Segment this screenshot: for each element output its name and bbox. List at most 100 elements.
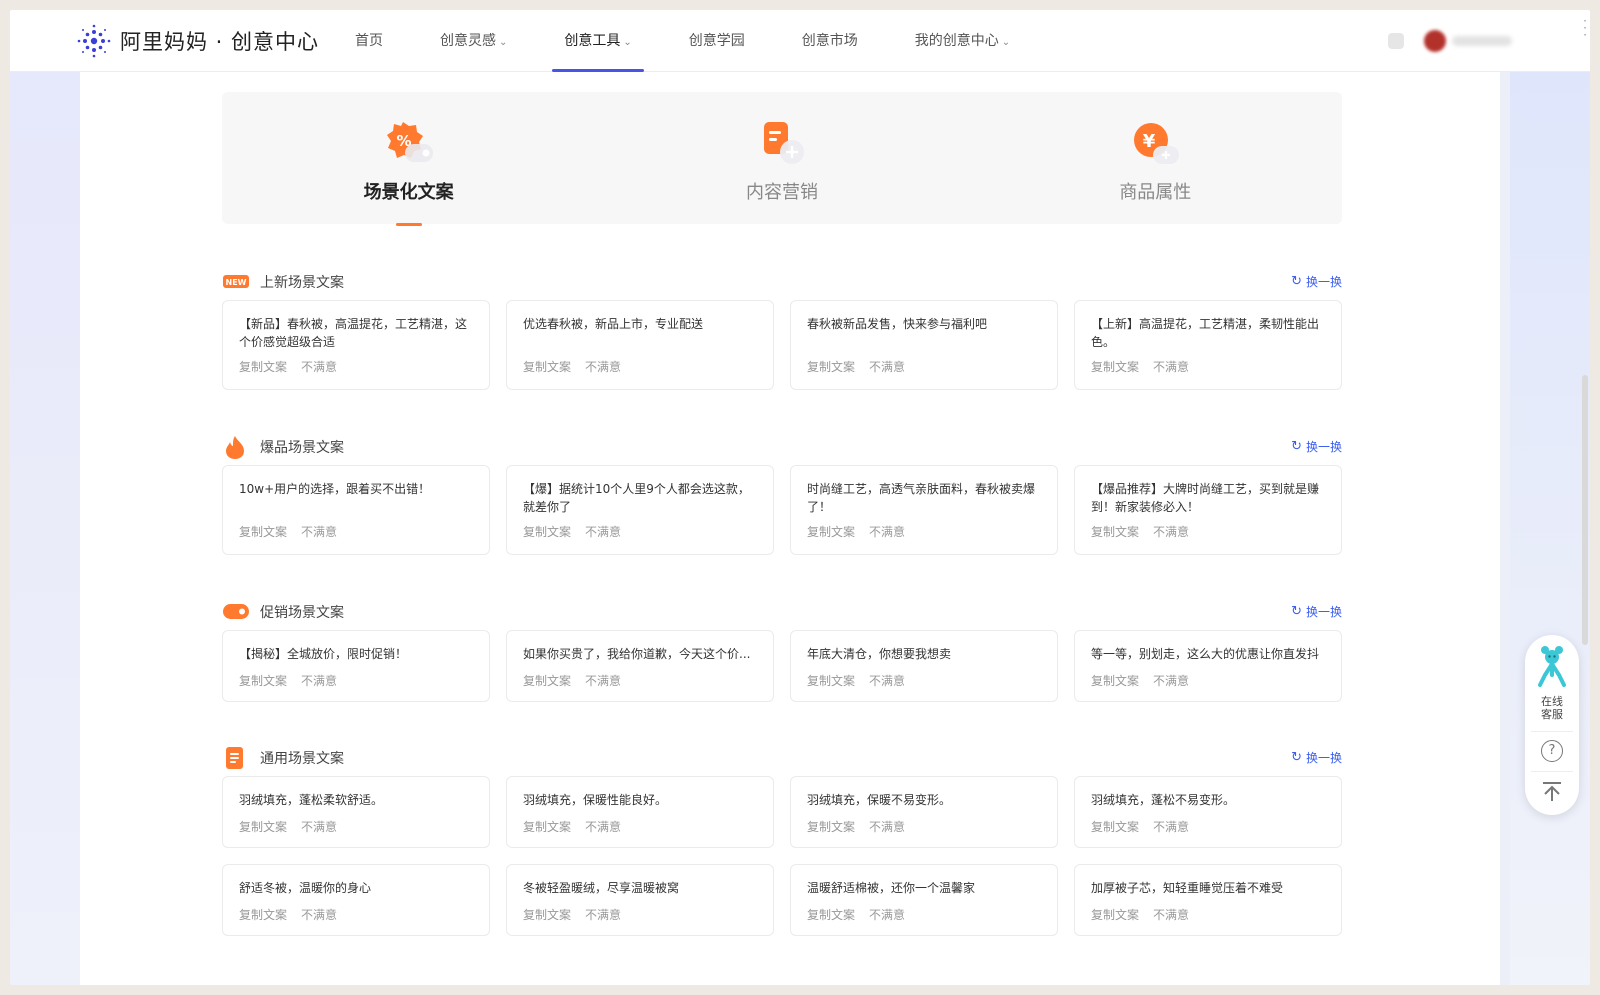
dislike-button[interactable]: 不满意 [869, 525, 905, 539]
avatar[interactable] [1424, 30, 1446, 52]
tab-scene-copy[interactable]: % 场景化文案 [222, 92, 595, 226]
promo-tag-icon [223, 604, 249, 619]
window-menu-icon[interactable]: · · · [1583, 15, 1587, 41]
copy-card[interactable]: 【爆品推荐】大牌时尚缝工艺，买到就是赚到！新家装修必入！ 复制文案 不满意 [1074, 465, 1342, 555]
copy-card[interactable]: 时尚缝工艺，高透气亲肤面料，春秋被卖爆了！ 复制文案 不满意 [790, 465, 1058, 555]
copy-button[interactable]: 复制文案 [807, 674, 855, 688]
page-background-right [1510, 72, 1590, 985]
refresh-button[interactable]: ↻ 换一换 [1291, 749, 1342, 766]
tab-content-marketing[interactable]: 内容营销 [595, 92, 968, 224]
dislike-button[interactable]: 不满意 [585, 360, 621, 374]
dislike-button[interactable]: 不满意 [301, 674, 337, 688]
username-blurred[interactable] [1452, 36, 1512, 46]
copy-button[interactable]: 复制文案 [1091, 908, 1139, 922]
nav-market[interactable]: 创意市场 [802, 10, 858, 72]
copy-button[interactable]: 复制文案 [239, 908, 287, 922]
nav-my-center[interactable]: 我的创意中心 ⌄ [915, 10, 1010, 72]
document-icon [226, 747, 243, 769]
dislike-button[interactable]: 不满意 [869, 820, 905, 834]
copy-button[interactable]: 复制文案 [523, 525, 571, 539]
copy-card[interactable]: 舒适冬被，温暖你的身心 复制文案 不满意 [222, 864, 490, 936]
refresh-button[interactable]: ↻ 换一换 [1291, 273, 1342, 290]
percent-tag-icon: % [386, 122, 433, 162]
refresh-icon: ↻ [1291, 274, 1302, 289]
copy-button[interactable]: 复制文案 [807, 820, 855, 834]
copy-card[interactable]: 10w+用户的选择，跟着买不出错！ 复制文案 不满意 [222, 465, 490, 555]
dislike-button[interactable]: 不满意 [869, 360, 905, 374]
online-service-label[interactable]: 在线 客服 [1525, 695, 1579, 721]
copy-button[interactable]: 复制文案 [1091, 360, 1139, 374]
scrollbar[interactable] [1582, 375, 1588, 645]
copy-card[interactable]: 【新品】春秋被，高温提花，工艺精湛，这个价感觉超级合适复制文案 不满意 [222, 300, 490, 390]
copy-button[interactable]: 复制文案 [523, 674, 571, 688]
copy-button[interactable]: 复制文案 [523, 908, 571, 922]
notification-icon[interactable] [1388, 33, 1404, 49]
copy-button[interactable]: 复制文案 [523, 820, 571, 834]
nav-tools[interactable]: 创意工具 ⌄ [552, 10, 645, 72]
copy-button[interactable]: 复制文案 [239, 525, 287, 539]
copy-card[interactable]: 【爆】据统计10个人里9个人都会选这款，就差你了 复制文案 不满意 [506, 465, 774, 555]
nav-academy[interactable]: 创意学园 [689, 10, 745, 72]
copy-card[interactable]: 【上新】高温提花，工艺精湛，柔韧性能出色。复制文案 不满意 [1074, 300, 1342, 390]
copy-button[interactable]: 复制文案 [807, 360, 855, 374]
refresh-button[interactable]: ↻ 换一换 [1291, 438, 1342, 455]
card-grid: 【新品】春秋被，高温提花，工艺精湛，这个价感觉超级合适 复制文案 不满意 优选春秋被… [222, 300, 1342, 390]
dislike-button[interactable]: 不满意 [301, 525, 337, 539]
refresh-button[interactable]: ↻ 换一换 [1291, 603, 1342, 620]
copy-card[interactable]: 羽绒填充，蓬松不易变形。 复制文案 不满意 [1074, 776, 1342, 848]
customer-service-bot-icon[interactable] [1536, 645, 1568, 687]
copy-card[interactable]: 【揭秘】全城放价，限时促销！ 复制文案 不满意 [222, 630, 490, 702]
copy-card[interactable]: 温暖舒适棉被，还你一个温馨家 复制文案 不满意 [790, 864, 1058, 936]
section-title: 上新场景文案 [260, 275, 344, 291]
copy-button[interactable]: 复制文案 [1091, 525, 1139, 539]
copy-card[interactable]: 如果你买贵了，我给你道歉，今天这个价... 复制文案 不满意 [506, 630, 774, 702]
copy-button[interactable]: 复制文案 [807, 908, 855, 922]
back-to-top-icon[interactable] [1540, 781, 1564, 803]
copy-card[interactable]: 羽绒填充，保暖不易变形。 复制文案 不满意 [790, 776, 1058, 848]
dislike-button[interactable]: 不满意 [301, 908, 337, 922]
copy-card[interactable]: 年底大清仓，你想要我想卖 复制文案 不满意 [790, 630, 1058, 702]
copy-button[interactable]: 复制文案 [239, 674, 287, 688]
copy-button[interactable]: 复制文案 [239, 360, 287, 374]
help-icon[interactable]: ? [1541, 740, 1563, 762]
copy-button[interactable]: 复制文案 [1091, 674, 1139, 688]
section-header: NEW 上新场景文案 ↻ 换一换 [222, 270, 1342, 294]
tab-product-attributes[interactable]: ¥ 商品属性 [969, 92, 1342, 224]
dislike-button[interactable]: 不满意 [1153, 820, 1189, 834]
copy-card[interactable]: 羽绒填充，保暖性能良好。 复制文案 不满意 [506, 776, 774, 848]
copy-card[interactable]: 冬被轻盈暖绒，尽享温暖被窝 复制文案 不满意 [506, 864, 774, 936]
dislike-button[interactable]: 不满意 [1153, 674, 1189, 688]
dislike-button[interactable]: 不满意 [1153, 908, 1189, 922]
dislike-button[interactable]: 不满意 [1153, 525, 1189, 539]
copy-button[interactable]: 复制文案 [1091, 820, 1139, 834]
dislike-button[interactable]: 不满意 [585, 674, 621, 688]
card-text: 春秋被新品发售，快来参与福利吧 [807, 317, 988, 331]
card-text: 【上新】高温提花，工艺精湛，柔韧性能出色。 [1091, 317, 1320, 349]
copy-button[interactable]: 复制文案 [523, 360, 571, 374]
dislike-button[interactable]: 不满意 [869, 674, 905, 688]
card-text: 【新品】春秋被，高温提花，工艺精湛，这个价感觉超级合适 [239, 317, 468, 349]
card-text: 时尚缝工艺，高透气亲肤面料，春秋被卖爆了！ [807, 482, 1036, 514]
copy-card[interactable]: 加厚被子芯，知轻重睡觉压着不难受 复制文案 不满意 [1074, 864, 1342, 936]
dislike-button[interactable]: 不满意 [1153, 360, 1189, 374]
copy-button[interactable]: 复制文案 [239, 820, 287, 834]
copy-card[interactable]: 羽绒填充，蓬松柔软舒适。 复制文案 不满意 [222, 776, 490, 848]
dislike-button[interactable]: 不满意 [301, 360, 337, 374]
site-logo[interactable]: 阿里妈妈 · 创意中心 [76, 23, 319, 59]
section-title: 爆品场景文案 [260, 440, 344, 456]
page-background-left [10, 72, 80, 985]
copy-card[interactable]: 优选春秋被，新品上市，专业配送 复制文案 不满意 [506, 300, 774, 390]
dislike-button[interactable]: 不满意 [869, 908, 905, 922]
copy-card[interactable]: 春秋被新品发售，快来参与福利吧 复制文案 不满意 [790, 300, 1058, 390]
copy-card[interactable]: 等一等，别划走，这么大的优惠让你直发抖 复制文案 不满意 [1074, 630, 1342, 702]
dislike-button[interactable]: 不满意 [585, 525, 621, 539]
dislike-button[interactable]: 不满意 [585, 908, 621, 922]
copy-button[interactable]: 复制文案 [807, 525, 855, 539]
section-header: 爆品场景文案 ↻ 换一换 [222, 435, 1342, 459]
nav-inspiration[interactable]: 创意灵感 ⌄ [440, 10, 507, 72]
dislike-button[interactable]: 不满意 [301, 820, 337, 834]
nav-home[interactable]: 首页 [355, 10, 383, 72]
dislike-button[interactable]: 不满意 [585, 820, 621, 834]
card-grid: 羽绒填充，蓬松柔软舒适。 复制文案 不满意 羽绒填充，保暖性能良好。 复制文案 不满意 … [222, 776, 1342, 936]
section-hot-item: 爆品场景文案 ↻ 换一换 10w+用户的选择，跟着买不出错！ 复制文案 不满意 【爆】… [222, 435, 1342, 555]
